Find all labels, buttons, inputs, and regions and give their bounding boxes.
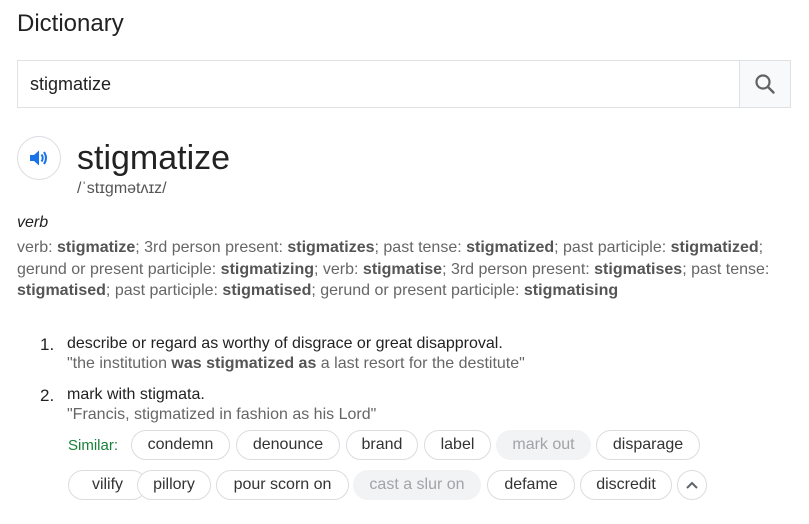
pronunciation-button[interactable] bbox=[17, 136, 61, 180]
form-label: gerund or present participle: bbox=[17, 260, 221, 278]
form-label: past participle: bbox=[114, 282, 223, 299]
form-label: verb: bbox=[17, 239, 58, 256]
similar-label: Similar: bbox=[68, 437, 119, 454]
form-label: verb: bbox=[322, 260, 363, 278]
form-value: stigmatize bbox=[57, 239, 136, 256]
form-label: 3rd person present: bbox=[450, 260, 595, 278]
form-label: gerund or present participle: bbox=[320, 282, 524, 299]
definition-example: "the institution was stigmatized as a la… bbox=[67, 355, 525, 372]
form-value: stigmatising bbox=[523, 282, 619, 299]
search-icon bbox=[755, 74, 775, 94]
word-forms: verb: stigmatize; 3rd person present: st… bbox=[17, 239, 770, 299]
similar-chip[interactable]: brand bbox=[346, 430, 418, 460]
form-value: stigmatizing bbox=[220, 260, 315, 278]
headword: stigmatize bbox=[77, 139, 231, 177]
form-value: stigmatised bbox=[222, 282, 312, 299]
form-label: 3rd person present: bbox=[144, 239, 288, 256]
form-value: stigmatises bbox=[594, 260, 683, 278]
search-bar bbox=[17, 60, 791, 108]
similar-chip[interactable]: pillory bbox=[137, 470, 211, 500]
search-button[interactable] bbox=[739, 61, 790, 107]
similar-chip[interactable]: discredit bbox=[580, 470, 672, 500]
form-value: stigmatise bbox=[362, 260, 443, 278]
speaker-icon bbox=[30, 150, 47, 166]
form-value: stigmatized bbox=[466, 239, 555, 256]
definition-text: mark with stigmata. bbox=[67, 386, 205, 403]
definition-example: "Francis, stigmatized in fashion as his … bbox=[67, 406, 377, 423]
similar-chip: cast a slur on bbox=[353, 470, 481, 500]
search-input[interactable] bbox=[18, 61, 739, 107]
form-value: stigmatised bbox=[17, 282, 106, 299]
similar-chip[interactable]: disparage bbox=[596, 430, 700, 460]
similar-chip[interactable]: defame bbox=[487, 470, 575, 500]
form-value: stigmatizes bbox=[287, 239, 375, 256]
part-of-speech: verb bbox=[17, 214, 49, 231]
collapse-similar-button[interactable] bbox=[677, 470, 707, 500]
phonetic: /ˈstɪɡmətʌɪz/ bbox=[77, 180, 167, 197]
form-label: past participle: bbox=[563, 239, 671, 256]
chevron-up-icon bbox=[686, 481, 698, 489]
definition-number: 1. bbox=[40, 335, 55, 354]
definition-number: 2. bbox=[40, 386, 55, 405]
form-label: past tense: bbox=[383, 239, 467, 256]
similar-chip[interactable]: pour scorn on bbox=[216, 470, 349, 500]
similar-chip[interactable]: label bbox=[424, 430, 491, 460]
form-label: past tense: bbox=[691, 260, 770, 278]
similar-chip[interactable]: denounce bbox=[236, 430, 340, 460]
definition-text: describe or regard as worthy of disgrace… bbox=[67, 335, 503, 352]
similar-chip: mark out bbox=[496, 430, 591, 460]
page-title: Dictionary bbox=[17, 10, 124, 37]
form-value: stigmatized bbox=[670, 239, 759, 256]
similar-chip[interactable]: vilify bbox=[68, 470, 147, 500]
similar-chip[interactable]: condemn bbox=[131, 430, 230, 460]
